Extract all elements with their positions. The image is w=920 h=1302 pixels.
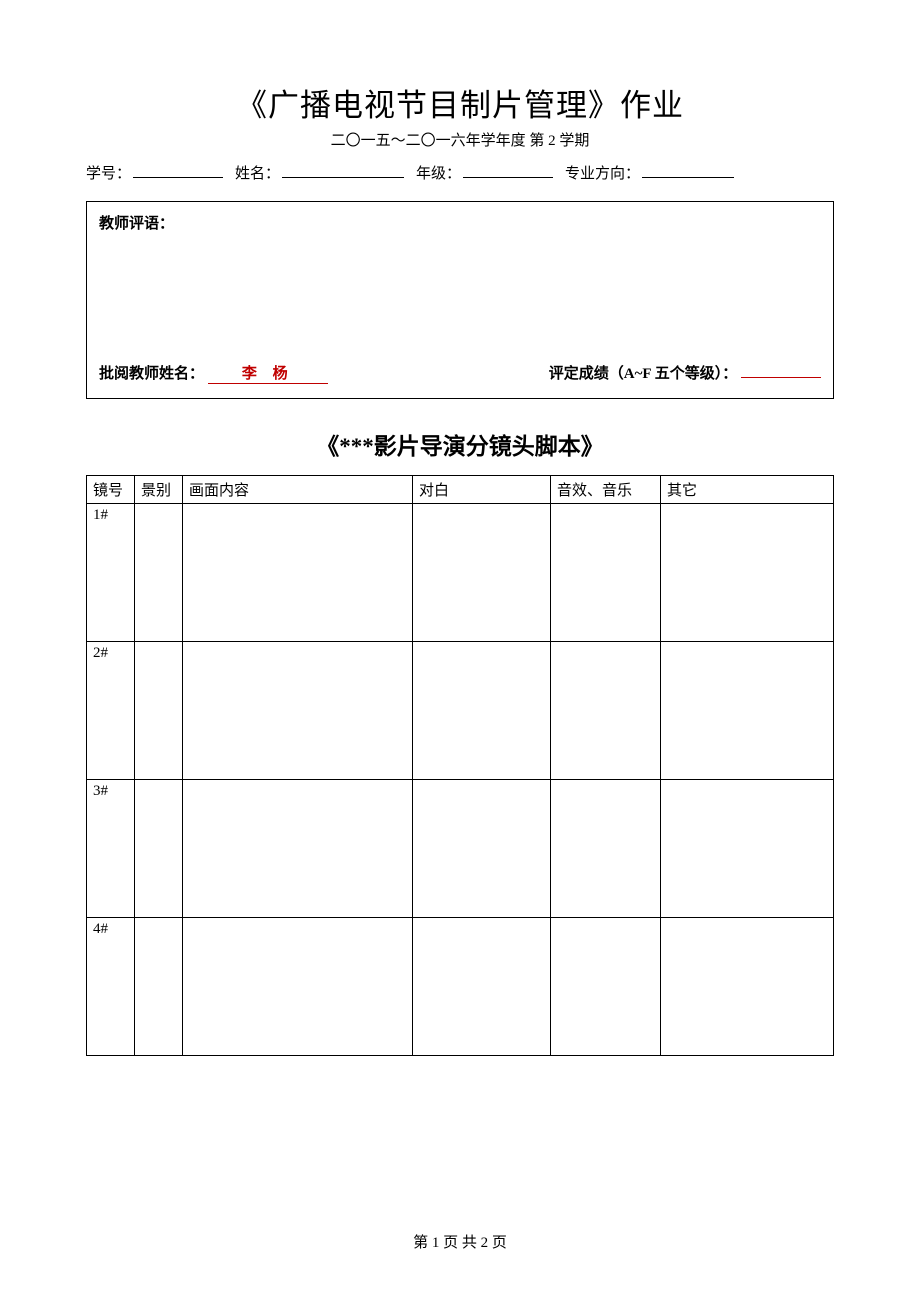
name-label: 姓名： [235, 162, 280, 183]
cell-content [183, 780, 413, 918]
cell-other [661, 780, 834, 918]
grade-result-blank [741, 362, 821, 378]
cell-other [661, 642, 834, 780]
cell-dialog [413, 504, 551, 642]
cell-dialog [413, 918, 551, 1056]
cell-sound [551, 642, 661, 780]
cell-shot: 2# [87, 642, 135, 780]
major-blank [642, 160, 734, 178]
grade-result-field: 评定成绩（A~F 五个等级）： [549, 362, 821, 383]
student-id-field: 学号： [86, 160, 223, 183]
storyboard-table: 镜号 景别 画面内容 对白 音效、音乐 其它 1# 2# 3# [86, 475, 834, 1056]
cell-view [135, 780, 183, 918]
col-sound-header: 音效、音乐 [551, 476, 661, 504]
student-info-row: 学号： 姓名： 年级： 专业方向： [86, 160, 834, 183]
cell-other [661, 918, 834, 1056]
teacher-comment-box: 教师评语： 批阅教师姓名： 李 杨 评定成绩（A~F 五个等级）： [86, 201, 834, 399]
table-row: 2# [87, 642, 834, 780]
cell-sound [551, 780, 661, 918]
name-field: 姓名： [235, 160, 404, 183]
reviewing-teacher-label: 批阅教师姓名： [99, 366, 204, 382]
col-content-header: 画面内容 [183, 476, 413, 504]
cell-other [661, 504, 834, 642]
cell-dialog [413, 780, 551, 918]
cell-shot: 4# [87, 918, 135, 1056]
major-field: 专业方向： [565, 160, 734, 183]
cell-content [183, 504, 413, 642]
table-row: 3# [87, 780, 834, 918]
grade-label: 年级： [416, 162, 461, 183]
major-label: 专业方向： [565, 162, 640, 183]
reviewing-teacher-field: 批阅教师姓名： 李 杨 [99, 362, 328, 384]
cell-view [135, 642, 183, 780]
grade-result-label: 评定成绩（A~F 五个等级）： [549, 366, 738, 382]
student-id-blank [133, 160, 223, 178]
table-header-row: 镜号 景别 画面内容 对白 音效、音乐 其它 [87, 476, 834, 504]
grade-blank [463, 160, 553, 178]
col-dialog-header: 对白 [413, 476, 551, 504]
table-row: 4# [87, 918, 834, 1056]
grade-field: 年级： [416, 160, 553, 183]
cell-view [135, 918, 183, 1056]
cell-shot: 3# [87, 780, 135, 918]
cell-sound [551, 918, 661, 1056]
page-footer: 第 1 页 共 2 页 [0, 1231, 920, 1252]
cell-content [183, 918, 413, 1056]
cell-shot: 1# [87, 504, 135, 642]
col-view-header: 景别 [135, 476, 183, 504]
comment-bottom-row: 批阅教师姓名： 李 杨 评定成绩（A~F 五个等级）： [99, 362, 821, 384]
name-blank [282, 160, 404, 178]
col-shot-header: 镜号 [87, 476, 135, 504]
comment-label: 教师评语： [99, 212, 821, 233]
cell-content [183, 642, 413, 780]
cell-dialog [413, 642, 551, 780]
reviewing-teacher-name: 李 杨 [208, 362, 328, 384]
subtitle: 二〇一五～二〇一六年学年度 第 2 学期 [86, 129, 834, 150]
cell-view [135, 504, 183, 642]
student-id-label: 学号： [86, 162, 131, 183]
page-title: 《广播电视节目制片管理》作业 [86, 80, 834, 125]
script-title: 《***影片导演分镜头脚本》 [86, 427, 834, 461]
col-other-header: 其它 [661, 476, 834, 504]
cell-sound [551, 504, 661, 642]
table-row: 1# [87, 504, 834, 642]
